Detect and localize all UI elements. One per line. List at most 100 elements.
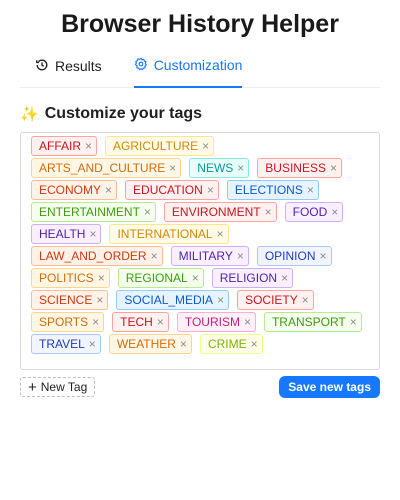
tab-bar: Results Customization xyxy=(20,54,380,88)
tag-chip: SOCIETY × xyxy=(237,290,314,310)
tag-chip: AGRICULTURE × xyxy=(105,136,215,156)
close-icon[interactable]: × xyxy=(192,271,199,285)
tag-label: AGRICULTURE xyxy=(113,139,199,153)
customize-heading-text: Customize your tags xyxy=(44,105,203,122)
close-icon[interactable]: × xyxy=(330,161,337,175)
tag-chip: TOURISM × xyxy=(176,312,256,332)
close-icon[interactable]: × xyxy=(307,183,314,197)
close-icon[interactable]: × xyxy=(169,161,176,175)
save-tags-button[interactable]: Save new tags xyxy=(279,376,380,398)
tag-label: FOOD xyxy=(292,205,328,219)
close-icon[interactable]: × xyxy=(302,293,309,307)
tag-label: ENTERTAINMENT xyxy=(39,205,140,219)
close-icon[interactable]: × xyxy=(251,337,258,351)
close-icon[interactable]: × xyxy=(89,227,96,241)
plus-icon: + xyxy=(28,378,37,396)
tab-customization-label: Customization xyxy=(153,57,243,73)
tab-results[interactable]: Results xyxy=(35,54,102,88)
close-icon[interactable]: × xyxy=(207,183,214,197)
new-tag-label: New Tag xyxy=(40,380,88,394)
close-icon[interactable]: × xyxy=(92,315,99,329)
tag-chip: REGIONAL × xyxy=(117,268,204,288)
tag-list: AFFAIR × AGRICULTURE × ARTS_AND_CULTURE × NEWS… xyxy=(20,132,380,370)
new-tag-button[interactable]: + New Tag xyxy=(20,377,96,397)
tag-label: SCIENCE xyxy=(39,293,93,307)
close-icon[interactable]: × xyxy=(151,249,158,263)
tag-label: OPINION xyxy=(264,249,316,263)
close-icon[interactable]: × xyxy=(281,271,288,285)
close-icon[interactable]: × xyxy=(89,337,96,351)
tag-label: SPORTS xyxy=(39,315,89,329)
close-icon[interactable]: × xyxy=(98,271,105,285)
tag-label: WEATHER xyxy=(116,337,176,351)
close-icon[interactable]: × xyxy=(96,293,103,307)
tag-label: TRANSPORT xyxy=(271,315,346,329)
tag-chip: SCIENCE × xyxy=(31,290,109,310)
tag-label: BUSINESS xyxy=(265,161,326,175)
close-icon[interactable]: × xyxy=(157,315,164,329)
close-icon[interactable]: × xyxy=(217,227,224,241)
tag-chip: SPORTS × xyxy=(31,312,105,332)
app-root: Browser History Helper Results Customiza… xyxy=(0,8,400,500)
history-icon xyxy=(35,58,49,75)
close-icon[interactable]: × xyxy=(320,249,327,263)
tag-label: ECONOMY xyxy=(39,183,102,197)
tag-chip: OPINION × xyxy=(256,246,332,266)
close-icon[interactable]: × xyxy=(350,315,357,329)
tag-chip: POLITICS × xyxy=(31,268,110,288)
tag-chip: ECONOMY × xyxy=(31,180,118,200)
tag-label: RELIGION xyxy=(219,271,278,285)
tag-chip: CRIME × xyxy=(199,334,263,354)
tag-label: TOURISM xyxy=(184,315,240,329)
close-icon[interactable]: × xyxy=(331,205,338,219)
tag-label: REGIONAL xyxy=(125,271,188,285)
tag-label: POLITICS xyxy=(39,271,94,285)
tag-label: INTERNATIONAL xyxy=(117,227,213,241)
close-icon[interactable]: × xyxy=(237,161,244,175)
close-icon[interactable]: × xyxy=(105,183,112,197)
tag-label: SOCIAL_MEDIA xyxy=(124,293,214,307)
tag-chip: EDUCATION × xyxy=(125,180,219,200)
tag-chip: BUSINESS × xyxy=(257,158,342,178)
customize-heading: ✨ Customize your tags xyxy=(20,104,400,124)
tag-label: SOCIETY xyxy=(245,293,298,307)
tag-label: ARTS_AND_CULTURE xyxy=(39,161,166,175)
tag-chip: ENTERTAINMENT × xyxy=(31,202,156,222)
close-icon[interactable]: × xyxy=(202,139,209,153)
tag-chip: INTERNATIONAL × xyxy=(109,224,229,244)
tag-chip: AFFAIR × xyxy=(31,136,98,156)
sparkles-icon: ✨ xyxy=(20,106,39,123)
tag-chip: NEWS × xyxy=(189,158,250,178)
tag-label: ELECTIONS xyxy=(234,183,303,197)
tag-chip: HEALTH × xyxy=(31,224,102,244)
tab-results-label: Results xyxy=(55,58,102,74)
close-icon[interactable]: × xyxy=(217,293,224,307)
tag-label: MILITARY xyxy=(178,249,233,263)
page-title: Browser History Helper xyxy=(61,10,339,38)
tag-chip: LAW_AND_ORDER × xyxy=(31,246,163,266)
action-bar: + New Tag Save new tags xyxy=(20,376,380,398)
tab-customization[interactable]: Customization xyxy=(133,54,243,88)
tag-chip: TECH × xyxy=(112,312,169,332)
tag-label: EDUCATION xyxy=(133,183,203,197)
tag-label: LAW_AND_ORDER xyxy=(39,249,147,263)
tag-label: ENVIRONMENT xyxy=(171,205,261,219)
tag-chip: RELIGION × xyxy=(211,268,294,288)
tag-chip: MILITARY × xyxy=(170,246,249,266)
tag-chip: WEATHER × xyxy=(108,334,192,354)
close-icon[interactable]: × xyxy=(265,205,272,219)
tag-label: TRAVEL xyxy=(39,337,85,351)
close-icon[interactable]: × xyxy=(85,139,92,153)
close-icon[interactable]: × xyxy=(237,249,244,263)
tag-label: TECH xyxy=(120,315,153,329)
tag-label: CRIME xyxy=(207,337,247,351)
tag-chip: ARTS_AND_CULTURE × xyxy=(31,158,182,178)
tag-chip: ENVIRONMENT × xyxy=(163,202,277,222)
tag-label: HEALTH xyxy=(39,227,86,241)
tag-chip: FOOD × xyxy=(284,202,344,222)
close-icon[interactable]: × xyxy=(244,315,251,329)
close-icon[interactable]: × xyxy=(180,337,187,351)
close-icon[interactable]: × xyxy=(144,205,151,219)
tag-chip: ELECTIONS × xyxy=(226,180,319,200)
tag-chip: TRANSPORT × xyxy=(263,312,362,332)
